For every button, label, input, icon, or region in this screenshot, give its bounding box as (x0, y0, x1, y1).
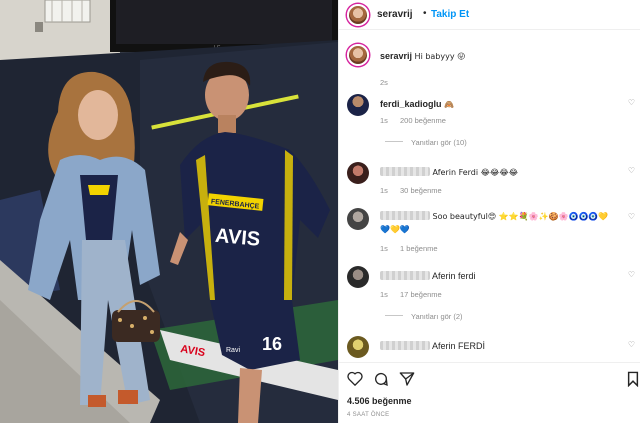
heart-icon[interactable] (347, 371, 363, 391)
jersey-sponsor: AVIS (214, 225, 261, 251)
comment-time: 1s (380, 290, 388, 299)
photo-illustration: LG AVIS FENERBAHÇE AVIS 16 Ravi (0, 0, 338, 423)
comment-text-line2: 💙💛💙 (380, 225, 410, 234)
blurred-username (380, 271, 430, 280)
comment-time: 1s (380, 244, 388, 253)
author-avatar[interactable] (347, 4, 369, 26)
shorts-number: 16 (262, 334, 282, 354)
comment-text: 🙈 (444, 100, 454, 109)
comment-meta: 1s 30 beğenme (380, 186, 452, 195)
comment-avatar[interactable] (347, 266, 369, 288)
comment-avatar[interactable] (347, 94, 369, 116)
comment-time: 1s (380, 186, 388, 195)
caption-time: 2s (380, 78, 388, 87)
comment-avatar[interactable] (347, 208, 369, 230)
comment-text-row: Aferin Ferdi 😂😂😂😂 (380, 166, 630, 179)
comment-avatar[interactable] (347, 162, 369, 184)
comment-text-row: Aferin ferdi (380, 270, 630, 282)
shorts-badge: Ravi (226, 347, 240, 354)
comment-text-row: Soo beautyful😍 ⭐⭐💐🌸✨🍪🌸🧿🧿🧿💛 💙💛💙 (380, 210, 630, 236)
view-replies-label: Yanıtları gör (2) (411, 312, 463, 321)
posted-ago[interactable]: 4 SAAT ÖNCE (347, 412, 389, 418)
comment-time: 1s (380, 116, 388, 125)
caption-avatar[interactable] (347, 44, 369, 66)
comment-text: Aferin ferdi (432, 271, 476, 281)
blurred-username (380, 211, 430, 220)
comment-avatar[interactable] (347, 336, 369, 358)
caption-text: Hi babyyy 😛 (414, 52, 466, 61)
comment-likes[interactable]: 200 beğenme (400, 116, 446, 125)
comment-text: Aferin Ferdi 😂😂😂😂 (432, 168, 519, 177)
comment-icon[interactable] (373, 371, 389, 392)
comments-list[interactable]: seravrij Hi babyyy 😛 2s ferdi_kadioglu 🙈… (339, 36, 640, 358)
post-side-panel: seravrij • Takip Et seravrij Hi babyyy 😛… (338, 0, 640, 423)
comment-meta: 1s 17 beğenme (380, 290, 452, 299)
post-header: seravrij • Takip Et (339, 0, 640, 30)
comment-likes[interactable]: 30 beğenme (400, 186, 442, 195)
post-actions (339, 362, 640, 390)
blurred-username (380, 167, 430, 176)
comment-meta: 1s 200 beğenme (380, 116, 456, 125)
comment-likes[interactable]: 1 beğenme (400, 244, 438, 253)
view-replies-label: Yanıtları gör (10) (411, 138, 467, 147)
share-icon[interactable] (399, 371, 415, 392)
caption-username[interactable]: seravrij (380, 51, 412, 61)
header-separator: • (423, 8, 427, 19)
comment-like-icon[interactable]: ♡ (628, 340, 635, 349)
comment-like-icon[interactable]: ♡ (628, 98, 635, 107)
follow-button[interactable]: Takip Et (431, 9, 469, 20)
bookmark-icon[interactable] (627, 371, 639, 392)
comment-like-icon[interactable]: ♡ (628, 270, 635, 279)
post-photo[interactable]: LG AVIS FENERBAHÇE AVIS 16 Ravi (0, 0, 338, 423)
comment-text: Soo beautyful😍 ⭐⭐💐🌸✨🍪🌸🧿🧿🧿💛 (432, 212, 609, 221)
comment-likes[interactable]: 17 beğenme (400, 290, 442, 299)
blurred-username (380, 341, 430, 350)
caption-text-row: seravrij Hi babyyy 😛 (380, 50, 630, 63)
author-username[interactable]: seravrij (377, 9, 413, 20)
comment-like-icon[interactable]: ♡ (628, 166, 635, 175)
view-replies[interactable]: Yanıtları gör (2) (385, 312, 463, 321)
comment-meta: 1s 1 beğenme (380, 244, 448, 253)
comment-like-icon[interactable]: ♡ (628, 212, 635, 221)
view-replies[interactable]: Yanıtları gör (10) (385, 138, 467, 147)
comment-username[interactable]: ferdi_kadioglu (380, 99, 442, 109)
comment-text: Aferin FERDİ (432, 341, 486, 351)
comment-text-row: ferdi_kadioglu 🙈 (380, 98, 630, 111)
comment-text-row: Aferin FERDİ (380, 340, 630, 352)
like-count[interactable]: 4.506 beğenme (347, 396, 412, 406)
caption-meta: 2s (380, 78, 398, 87)
